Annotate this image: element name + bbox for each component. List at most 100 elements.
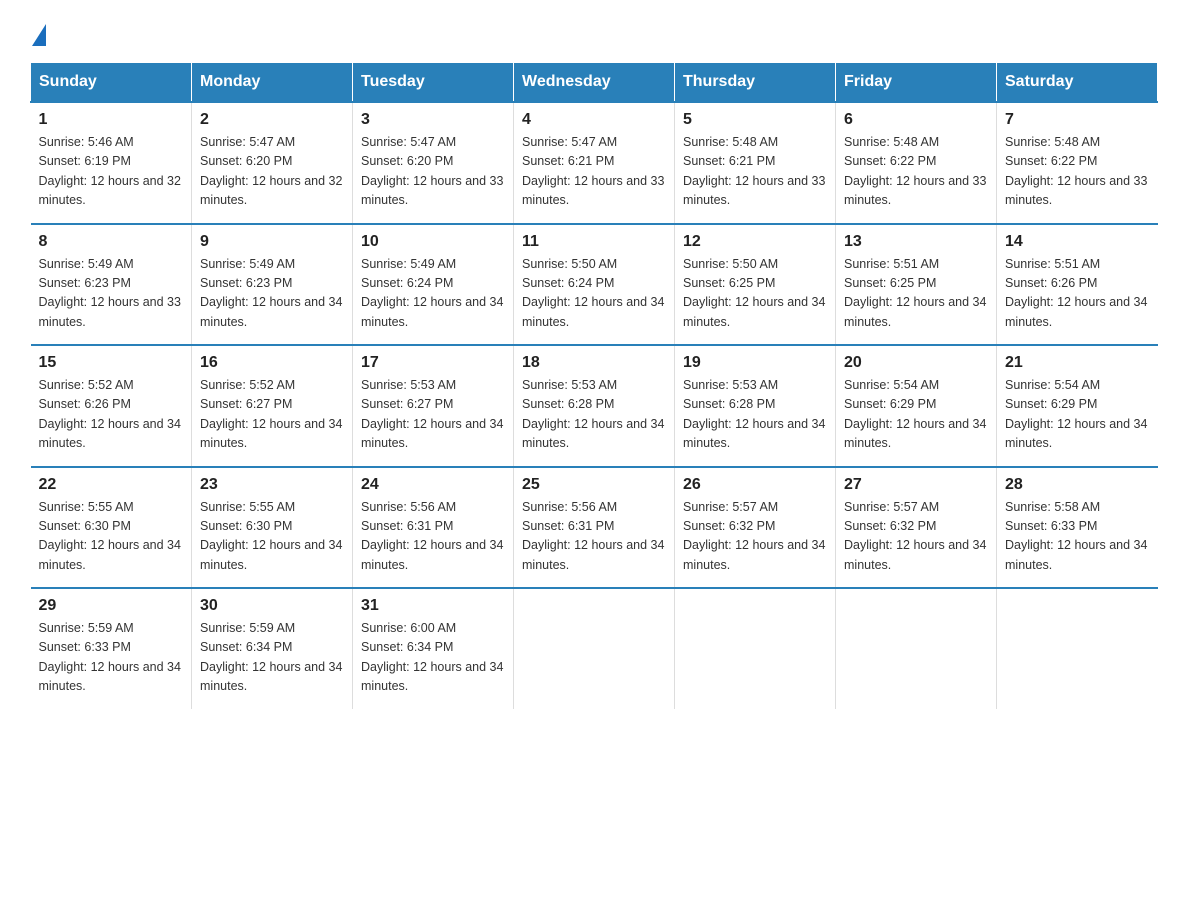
day-number: 26 bbox=[683, 476, 827, 494]
day-info: Sunrise: 5:54 AMSunset: 6:29 PMDaylight:… bbox=[844, 376, 988, 454]
day-number: 23 bbox=[200, 476, 344, 494]
day-number: 29 bbox=[39, 597, 184, 615]
calendar-cell: 29 Sunrise: 5:59 AMSunset: 6:33 PMDaylig… bbox=[31, 588, 192, 709]
calendar-cell: 17 Sunrise: 5:53 AMSunset: 6:27 PMDaylig… bbox=[353, 345, 514, 467]
day-number: 28 bbox=[1005, 476, 1150, 494]
day-number: 2 bbox=[200, 111, 344, 129]
calendar-cell: 7 Sunrise: 5:48 AMSunset: 6:22 PMDayligh… bbox=[997, 102, 1158, 224]
day-info: Sunrise: 5:56 AMSunset: 6:31 PMDaylight:… bbox=[361, 498, 505, 576]
header-wednesday: Wednesday bbox=[514, 63, 675, 103]
day-number: 15 bbox=[39, 354, 184, 372]
header-saturday: Saturday bbox=[997, 63, 1158, 103]
day-number: 17 bbox=[361, 354, 505, 372]
logo bbox=[30, 20, 46, 42]
calendar-cell: 21 Sunrise: 5:54 AMSunset: 6:29 PMDaylig… bbox=[997, 345, 1158, 467]
calendar-cell: 14 Sunrise: 5:51 AMSunset: 6:26 PMDaylig… bbox=[997, 224, 1158, 346]
header-friday: Friday bbox=[836, 63, 997, 103]
day-info: Sunrise: 5:58 AMSunset: 6:33 PMDaylight:… bbox=[1005, 498, 1150, 576]
calendar-week-row: 8 Sunrise: 5:49 AMSunset: 6:23 PMDayligh… bbox=[31, 224, 1158, 346]
day-info: Sunrise: 6:00 AMSunset: 6:34 PMDaylight:… bbox=[361, 619, 505, 697]
day-info: Sunrise: 5:47 AMSunset: 6:20 PMDaylight:… bbox=[200, 133, 344, 211]
day-number: 16 bbox=[200, 354, 344, 372]
calendar-cell: 20 Sunrise: 5:54 AMSunset: 6:29 PMDaylig… bbox=[836, 345, 997, 467]
day-info: Sunrise: 5:55 AMSunset: 6:30 PMDaylight:… bbox=[200, 498, 344, 576]
day-number: 6 bbox=[844, 111, 988, 129]
calendar-cell: 18 Sunrise: 5:53 AMSunset: 6:28 PMDaylig… bbox=[514, 345, 675, 467]
day-number: 22 bbox=[39, 476, 184, 494]
calendar-table: SundayMondayTuesdayWednesdayThursdayFrid… bbox=[30, 62, 1158, 709]
calendar-cell: 5 Sunrise: 5:48 AMSunset: 6:21 PMDayligh… bbox=[675, 102, 836, 224]
day-info: Sunrise: 5:57 AMSunset: 6:32 PMDaylight:… bbox=[844, 498, 988, 576]
day-info: Sunrise: 5:57 AMSunset: 6:32 PMDaylight:… bbox=[683, 498, 827, 576]
calendar-cell bbox=[514, 588, 675, 709]
day-info: Sunrise: 5:51 AMSunset: 6:25 PMDaylight:… bbox=[844, 255, 988, 333]
day-info: Sunrise: 5:49 AMSunset: 6:23 PMDaylight:… bbox=[39, 255, 184, 333]
calendar-cell: 9 Sunrise: 5:49 AMSunset: 6:23 PMDayligh… bbox=[192, 224, 353, 346]
calendar-cell bbox=[675, 588, 836, 709]
day-number: 4 bbox=[522, 111, 666, 129]
calendar-cell: 26 Sunrise: 5:57 AMSunset: 6:32 PMDaylig… bbox=[675, 467, 836, 589]
logo-triangle-icon bbox=[32, 24, 46, 46]
calendar-cell bbox=[997, 588, 1158, 709]
day-info: Sunrise: 5:48 AMSunset: 6:21 PMDaylight:… bbox=[683, 133, 827, 211]
day-number: 19 bbox=[683, 354, 827, 372]
calendar-cell: 2 Sunrise: 5:47 AMSunset: 6:20 PMDayligh… bbox=[192, 102, 353, 224]
day-number: 12 bbox=[683, 233, 827, 251]
calendar-cell: 8 Sunrise: 5:49 AMSunset: 6:23 PMDayligh… bbox=[31, 224, 192, 346]
day-info: Sunrise: 5:49 AMSunset: 6:24 PMDaylight:… bbox=[361, 255, 505, 333]
calendar-cell: 16 Sunrise: 5:52 AMSunset: 6:27 PMDaylig… bbox=[192, 345, 353, 467]
day-number: 13 bbox=[844, 233, 988, 251]
header-monday: Monday bbox=[192, 63, 353, 103]
day-number: 14 bbox=[1005, 233, 1150, 251]
calendar-cell: 6 Sunrise: 5:48 AMSunset: 6:22 PMDayligh… bbox=[836, 102, 997, 224]
calendar-cell: 11 Sunrise: 5:50 AMSunset: 6:24 PMDaylig… bbox=[514, 224, 675, 346]
day-info: Sunrise: 5:53 AMSunset: 6:28 PMDaylight:… bbox=[683, 376, 827, 454]
header-tuesday: Tuesday bbox=[353, 63, 514, 103]
day-number: 18 bbox=[522, 354, 666, 372]
day-number: 9 bbox=[200, 233, 344, 251]
day-number: 27 bbox=[844, 476, 988, 494]
day-number: 1 bbox=[39, 111, 184, 129]
calendar-cell: 27 Sunrise: 5:57 AMSunset: 6:32 PMDaylig… bbox=[836, 467, 997, 589]
day-info: Sunrise: 5:50 AMSunset: 6:24 PMDaylight:… bbox=[522, 255, 666, 333]
calendar-cell: 30 Sunrise: 5:59 AMSunset: 6:34 PMDaylig… bbox=[192, 588, 353, 709]
day-number: 11 bbox=[522, 233, 666, 251]
day-number: 24 bbox=[361, 476, 505, 494]
day-number: 10 bbox=[361, 233, 505, 251]
calendar-cell: 3 Sunrise: 5:47 AMSunset: 6:20 PMDayligh… bbox=[353, 102, 514, 224]
day-info: Sunrise: 5:59 AMSunset: 6:33 PMDaylight:… bbox=[39, 619, 184, 697]
day-number: 8 bbox=[39, 233, 184, 251]
calendar-cell: 15 Sunrise: 5:52 AMSunset: 6:26 PMDaylig… bbox=[31, 345, 192, 467]
day-number: 25 bbox=[522, 476, 666, 494]
day-info: Sunrise: 5:47 AMSunset: 6:21 PMDaylight:… bbox=[522, 133, 666, 211]
day-info: Sunrise: 5:55 AMSunset: 6:30 PMDaylight:… bbox=[39, 498, 184, 576]
calendar-cell: 31 Sunrise: 6:00 AMSunset: 6:34 PMDaylig… bbox=[353, 588, 514, 709]
day-info: Sunrise: 5:53 AMSunset: 6:27 PMDaylight:… bbox=[361, 376, 505, 454]
page-header bbox=[30, 20, 1158, 42]
day-info: Sunrise: 5:56 AMSunset: 6:31 PMDaylight:… bbox=[522, 498, 666, 576]
day-number: 31 bbox=[361, 597, 505, 615]
calendar-cell: 1 Sunrise: 5:46 AMSunset: 6:19 PMDayligh… bbox=[31, 102, 192, 224]
calendar-week-row: 22 Sunrise: 5:55 AMSunset: 6:30 PMDaylig… bbox=[31, 467, 1158, 589]
calendar-cell: 25 Sunrise: 5:56 AMSunset: 6:31 PMDaylig… bbox=[514, 467, 675, 589]
header-sunday: Sunday bbox=[31, 63, 192, 103]
day-info: Sunrise: 5:46 AMSunset: 6:19 PMDaylight:… bbox=[39, 133, 184, 211]
day-info: Sunrise: 5:49 AMSunset: 6:23 PMDaylight:… bbox=[200, 255, 344, 333]
day-info: Sunrise: 5:48 AMSunset: 6:22 PMDaylight:… bbox=[844, 133, 988, 211]
day-info: Sunrise: 5:54 AMSunset: 6:29 PMDaylight:… bbox=[1005, 376, 1150, 454]
calendar-cell: 12 Sunrise: 5:50 AMSunset: 6:25 PMDaylig… bbox=[675, 224, 836, 346]
calendar-cell: 13 Sunrise: 5:51 AMSunset: 6:25 PMDaylig… bbox=[836, 224, 997, 346]
day-number: 20 bbox=[844, 354, 988, 372]
calendar-cell: 22 Sunrise: 5:55 AMSunset: 6:30 PMDaylig… bbox=[31, 467, 192, 589]
day-info: Sunrise: 5:50 AMSunset: 6:25 PMDaylight:… bbox=[683, 255, 827, 333]
calendar-cell: 23 Sunrise: 5:55 AMSunset: 6:30 PMDaylig… bbox=[192, 467, 353, 589]
calendar-cell: 28 Sunrise: 5:58 AMSunset: 6:33 PMDaylig… bbox=[997, 467, 1158, 589]
day-info: Sunrise: 5:52 AMSunset: 6:27 PMDaylight:… bbox=[200, 376, 344, 454]
day-info: Sunrise: 5:47 AMSunset: 6:20 PMDaylight:… bbox=[361, 133, 505, 211]
calendar-cell: 24 Sunrise: 5:56 AMSunset: 6:31 PMDaylig… bbox=[353, 467, 514, 589]
day-info: Sunrise: 5:51 AMSunset: 6:26 PMDaylight:… bbox=[1005, 255, 1150, 333]
day-info: Sunrise: 5:53 AMSunset: 6:28 PMDaylight:… bbox=[522, 376, 666, 454]
day-number: 30 bbox=[200, 597, 344, 615]
day-info: Sunrise: 5:52 AMSunset: 6:26 PMDaylight:… bbox=[39, 376, 184, 454]
day-number: 3 bbox=[361, 111, 505, 129]
